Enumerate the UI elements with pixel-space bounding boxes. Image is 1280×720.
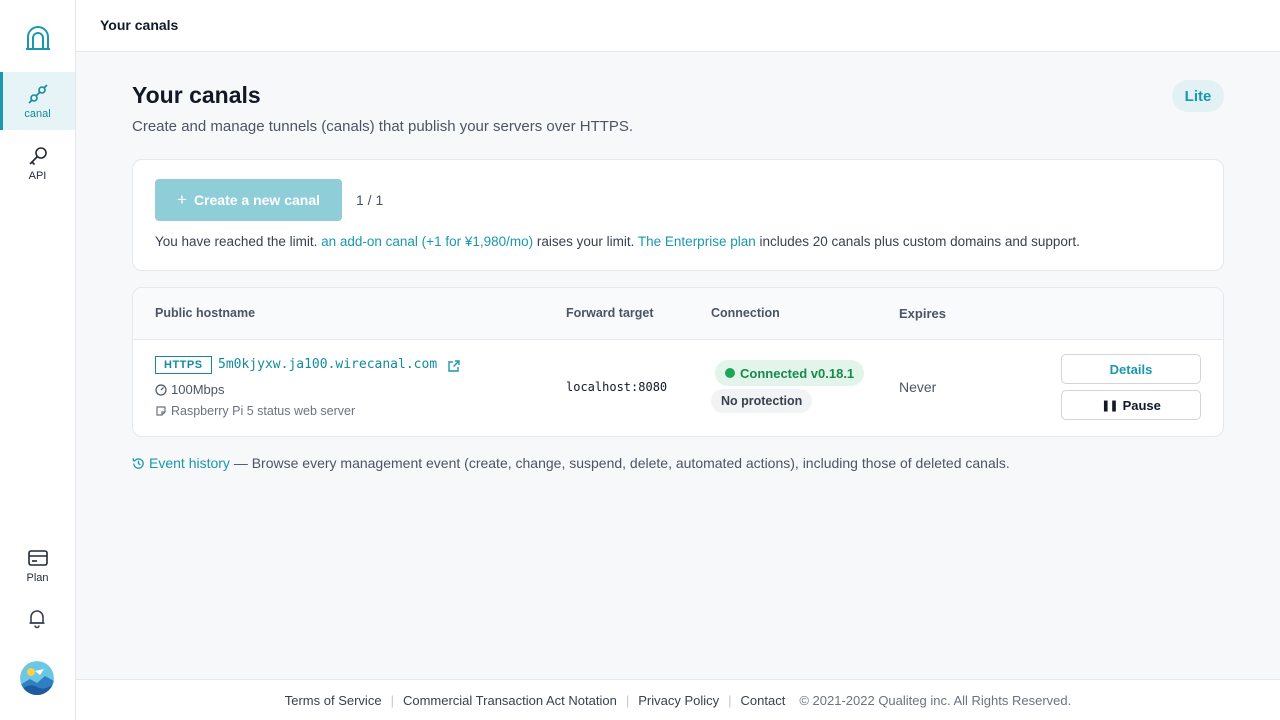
connection-status-text: Connected v0.18.1 xyxy=(740,365,855,381)
sidebar-item-canal[interactable]: canal xyxy=(0,72,75,130)
column-header-hostname: Public hostname xyxy=(155,306,256,320)
pause-label: Pause xyxy=(1122,397,1161,413)
plan-badge[interactable]: Lite xyxy=(1172,80,1224,112)
page-title: Your canals xyxy=(132,82,261,108)
connection-status-badge: Connected v0.18.1 xyxy=(715,360,865,386)
canal-description: Raspberry Pi 5 status web server xyxy=(155,404,355,418)
avatar[interactable] xyxy=(20,661,54,695)
details-button[interactable]: Details xyxy=(1061,354,1201,384)
protocol-badge: HTTPS xyxy=(155,356,212,374)
pause-button[interactable]: ❚❚ Pause xyxy=(1061,390,1201,420)
sidebar-item-plan[interactable]: Plan xyxy=(0,536,75,594)
canal-count: 1 / 1 xyxy=(356,192,384,208)
table-header: Public hostname Forward target Connectio… xyxy=(133,288,1223,340)
bandwidth: 100Mbps xyxy=(155,382,224,397)
history-icon xyxy=(132,457,144,469)
limit-middle: raises your limit. xyxy=(533,234,638,249)
arch-logo-icon[interactable] xyxy=(24,24,52,52)
column-header-expires: Expires xyxy=(899,306,946,321)
bandwidth-value: 100Mbps xyxy=(171,382,225,397)
create-canal-button[interactable]: + Create a new canal xyxy=(155,179,342,221)
sidebar-item-label: API xyxy=(28,169,47,182)
footer: Terms of Service | Commercial Transactio… xyxy=(76,679,1280,720)
external-link-icon[interactable] xyxy=(447,359,461,373)
limit-prefix: You have reached the limit. xyxy=(155,234,322,249)
sidebar-item-api[interactable]: API xyxy=(0,134,75,192)
hostname-link[interactable]: 5m0kjyxw.ja100.wirecanal.com xyxy=(218,357,437,372)
top-bar: Your canals xyxy=(76,0,1280,52)
event-history-text: — Browse every management event (create,… xyxy=(229,455,1010,471)
link-plug-icon xyxy=(27,83,48,104)
sidebar-item-label: canal xyxy=(24,107,51,120)
status-dot-icon xyxy=(725,368,735,378)
footer-link-terms[interactable]: Terms of Service xyxy=(285,693,382,708)
column-header-forward: Forward target xyxy=(566,306,654,320)
pause-icon: ❚❚ xyxy=(1101,399,1118,412)
description-text: Raspberry Pi 5 status web server xyxy=(171,404,356,418)
footer-link-privacy[interactable]: Privacy Policy xyxy=(638,693,719,708)
enterprise-plan-link[interactable]: The Enterprise plan xyxy=(638,234,756,249)
column-header-connection: Connection xyxy=(711,306,780,320)
addon-canal-link[interactable]: an add-on canal (+1 for ¥1,980/mo) xyxy=(321,234,533,249)
footer-link-commercial[interactable]: Commercial Transaction Act Notation xyxy=(403,693,617,708)
bell-icon[interactable] xyxy=(26,607,48,629)
protection-badge: No protection xyxy=(711,389,813,413)
copyright: © 2021-2022 Qualiteg inc. All Rights Res… xyxy=(799,692,1072,708)
note-icon xyxy=(156,406,166,416)
forward-target: localhost:8080 xyxy=(566,380,668,394)
card-icon xyxy=(27,549,48,566)
limit-suffix: includes 20 canals plus custom domains a… xyxy=(755,234,1080,249)
canal-table: Public hostname Forward target Connectio… xyxy=(132,287,1224,437)
create-canal-label: Create a new canal xyxy=(193,192,320,208)
expires-value: Never xyxy=(899,379,937,395)
sidebar-item-label: Plan xyxy=(26,571,49,584)
breadcrumb-title: Your canals xyxy=(100,17,179,33)
footer-separator: | xyxy=(625,692,630,708)
key-icon xyxy=(28,146,47,165)
limit-message: You have reached the limit. an add-on ca… xyxy=(155,234,1080,249)
event-history-line: Event history — Browse every management … xyxy=(132,455,1010,471)
sidebar: canal API Plan xyxy=(0,0,76,720)
gauge-icon xyxy=(155,383,167,396)
create-canal-card: + Create a new canal 1 / 1 You have reac… xyxy=(132,159,1224,271)
event-history-link[interactable]: Event history xyxy=(149,455,230,471)
avatar-icon xyxy=(20,661,54,695)
footer-separator: | xyxy=(728,692,732,708)
plus-icon: + xyxy=(177,190,187,209)
page-subtitle: Create and manage tunnels (canals) that … xyxy=(132,118,634,135)
footer-separator: | xyxy=(390,692,394,708)
footer-link-contact[interactable]: Contact xyxy=(741,693,786,708)
